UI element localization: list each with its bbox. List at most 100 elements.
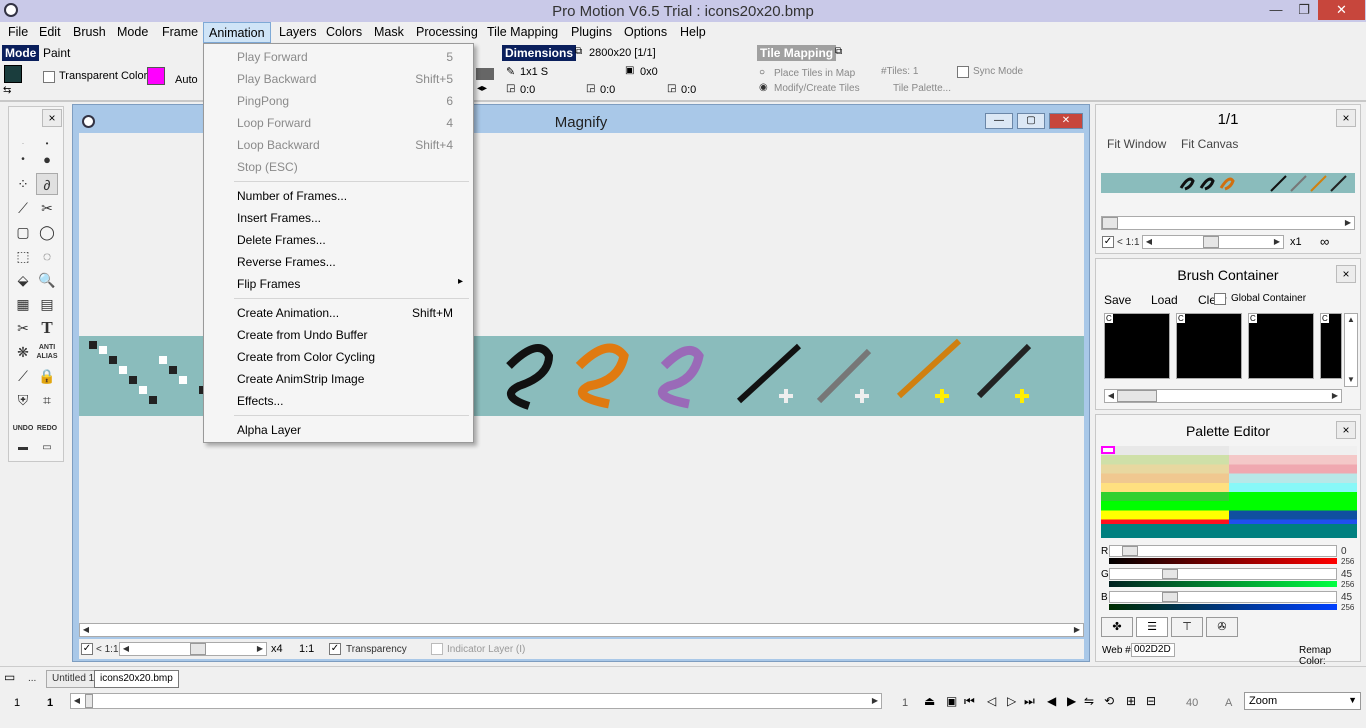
curve-tool-icon[interactable]: ✂: [36, 197, 58, 219]
menu-item-loop-forward[interactable]: Loop Forward: [237, 116, 311, 130]
menu-item-play-backward[interactable]: Play Backward: [237, 72, 316, 86]
grid-tool-icon[interactable]: ▦: [12, 293, 34, 315]
pingpong-icon[interactable]: ⇋: [1084, 694, 1094, 708]
frame-speed[interactable]: 40: [1186, 697, 1198, 709]
tile-mapping-icon[interactable]: ⧉: [835, 46, 842, 57]
menu-tile-mapping[interactable]: Tile Mapping: [487, 25, 558, 39]
tab-icons20x20[interactable]: icons20x20.bmp: [94, 670, 179, 688]
dot-brush-3-icon[interactable]: •: [12, 149, 34, 171]
fit-canvas-button[interactable]: Fit Canvas: [1181, 137, 1238, 151]
preview-zoom-slider[interactable]: ◀ ▶: [1142, 235, 1284, 249]
mode-value[interactable]: Paint: [43, 46, 70, 60]
preview-scroll-right-icon[interactable]: ▶: [1342, 217, 1354, 229]
gradient-tool-icon[interactable]: ▭: [36, 437, 58, 459]
magnify-scale[interactable]: 1:1: [299, 643, 314, 655]
brush-horizontal-scrollbar[interactable]: ◀ ▶: [1104, 389, 1342, 403]
copy-frame-icon[interactable]: ▣: [946, 694, 957, 708]
cycle-tab-icon[interactable]: ✇: [1206, 617, 1238, 637]
magnify-horizontal-scrollbar[interactable]: ◀ ▶: [79, 623, 1084, 637]
swap-colors-icon[interactable]: ⇆: [3, 85, 11, 96]
zoom-lock-checkbox[interactable]: [81, 643, 93, 655]
restore-button[interactable]: ❐: [1290, 0, 1318, 20]
foreground-color-swatch[interactable]: [4, 65, 22, 83]
brush-container-close-button[interactable]: ×: [1336, 265, 1356, 283]
menu-item-loop-backward[interactable]: Loop Backward: [237, 138, 320, 152]
brush-scroll-right-icon[interactable]: ▶: [1329, 390, 1341, 402]
menu-item-create-animation[interactable]: Create Animation...: [237, 306, 339, 320]
place-tiles-radio[interactable]: ○: [759, 67, 765, 78]
close-button[interactable]: ✕: [1318, 0, 1365, 20]
menu-item-flip-frames[interactable]: Flip Frames: [237, 277, 300, 291]
zoom-slider-right-icon[interactable]: ▶: [254, 643, 266, 655]
tab-untitled-1[interactable]: Untitled 1: [46, 670, 101, 688]
line-tool-icon[interactable]: ⟋: [12, 197, 34, 219]
transparent-color-swatch[interactable]: [147, 67, 165, 85]
menu-item-create-animstrip-image[interactable]: Create AnimStrip Image: [237, 372, 364, 386]
auto-label[interactable]: Auto: [175, 74, 198, 86]
red-slider[interactable]: [1109, 545, 1337, 557]
menu-animation[interactable]: Animation: [203, 22, 271, 43]
brush-scroll-thumb[interactable]: [1117, 390, 1157, 402]
first-frame-icon[interactable]: ⏮: [964, 694, 975, 709]
transparency-checkbox[interactable]: [329, 643, 341, 655]
magnify-minimize-button[interactable]: —: [985, 113, 1013, 129]
indicator-layer-checkbox[interactable]: [431, 643, 443, 655]
menu-item-effects[interactable]: Effects...: [237, 394, 283, 408]
brush-vertical-scrollbar[interactable]: ▲ ▼: [1344, 313, 1358, 387]
brush-slot[interactable]: C: [1104, 313, 1170, 379]
menu-plugins[interactable]: Plugins: [571, 25, 612, 39]
palette-editor-close-button[interactable]: ×: [1336, 421, 1356, 439]
menu-mode[interactable]: Mode: [117, 25, 148, 39]
frame-scrollbar[interactable]: ◀ ▶: [70, 693, 882, 709]
anti-alias-tool[interactable]: ANTI ALIAS: [36, 341, 58, 363]
dot-brush-4-icon[interactable]: ●: [36, 149, 58, 171]
eyedropper-tool-icon[interactable]: ⟋: [12, 365, 34, 387]
gradient-tab-icon[interactable]: ☰: [1136, 617, 1168, 637]
brush-load-button[interactable]: Load: [1151, 293, 1178, 307]
brush-slot[interactable]: C: [1248, 313, 1314, 379]
scroll-left-icon[interactable]: ◀: [80, 624, 92, 636]
tool-panel-close-button[interactable]: ×: [42, 109, 62, 127]
insert-frame-icon[interactable]: ⏏: [924, 694, 935, 708]
menu-item-number-of-frames[interactable]: Number of Frames...: [237, 189, 347, 203]
brush-scroll-left-icon[interactable]: ◀: [1105, 390, 1117, 402]
loop-icon[interactable]: ⟲: [1104, 694, 1114, 708]
tile-palette-button[interactable]: Tile Palette...: [893, 83, 951, 94]
preview-zoom-lock-checkbox[interactable]: [1102, 236, 1114, 248]
play-backward-icon[interactable]: ◀: [1047, 694, 1056, 708]
magnify-close-button[interactable]: ✕: [1049, 113, 1083, 129]
fill-tool-icon[interactable]: ⬙: [12, 269, 34, 291]
brush-cut-tool-icon[interactable]: ✂: [12, 317, 34, 339]
menu-item-alpha-layer[interactable]: Alpha Layer: [237, 423, 301, 437]
last-frame-icon[interactable]: ⏭: [1024, 694, 1035, 709]
brush-slot[interactable]: C: [1320, 313, 1342, 379]
frame-scroll-thumb[interactable]: [85, 694, 93, 708]
freehand-tool-icon[interactable]: ∂: [36, 173, 58, 195]
brush-slot[interactable]: C: [1176, 313, 1242, 379]
preview-scroll-thumb[interactable]: [1102, 217, 1118, 229]
magnifier-tool-icon[interactable]: 🔍: [36, 269, 58, 291]
layer-tool-icon[interactable]: ▤: [36, 293, 58, 315]
effects-tool-icon[interactable]: ❋: [12, 341, 34, 363]
lasso-tool-icon[interactable]: ◌: [36, 245, 58, 267]
global-container-checkbox[interactable]: [1214, 293, 1226, 305]
frame-scroll-left-icon[interactable]: ◀: [71, 695, 83, 707]
menu-item-stop[interactable]: Stop (ESC): [237, 160, 298, 174]
menu-item-delete-frames[interactable]: Delete Frames...: [237, 233, 326, 247]
minimize-button[interactable]: —: [1262, 0, 1290, 20]
zoom-slider-left-icon[interactable]: ◀: [120, 643, 132, 655]
fit-window-button[interactable]: Fit Window: [1107, 137, 1166, 151]
modify-create-radio[interactable]: ◉: [759, 82, 768, 93]
menu-frame[interactable]: Frame: [162, 25, 198, 39]
menu-item-play-forward[interactable]: Play Forward: [237, 50, 308, 64]
tools-tab-icon[interactable]: ⊤: [1171, 617, 1203, 637]
menu-item-create-from-undo-buffer[interactable]: Create from Undo Buffer: [237, 328, 368, 342]
tabs-ellipsis[interactable]: ...: [28, 673, 36, 684]
add-frame-icon[interactable]: ⊞: [1126, 694, 1136, 708]
menu-help[interactable]: Help: [680, 25, 706, 39]
blue-slider-thumb[interactable]: [1162, 592, 1178, 602]
zoom-slider-thumb[interactable]: [190, 643, 206, 655]
menu-item-pingpong[interactable]: PingPong: [237, 94, 289, 108]
rectangle-tool-icon[interactable]: ▢: [12, 221, 34, 243]
menu-brush[interactable]: Brush: [73, 25, 106, 39]
